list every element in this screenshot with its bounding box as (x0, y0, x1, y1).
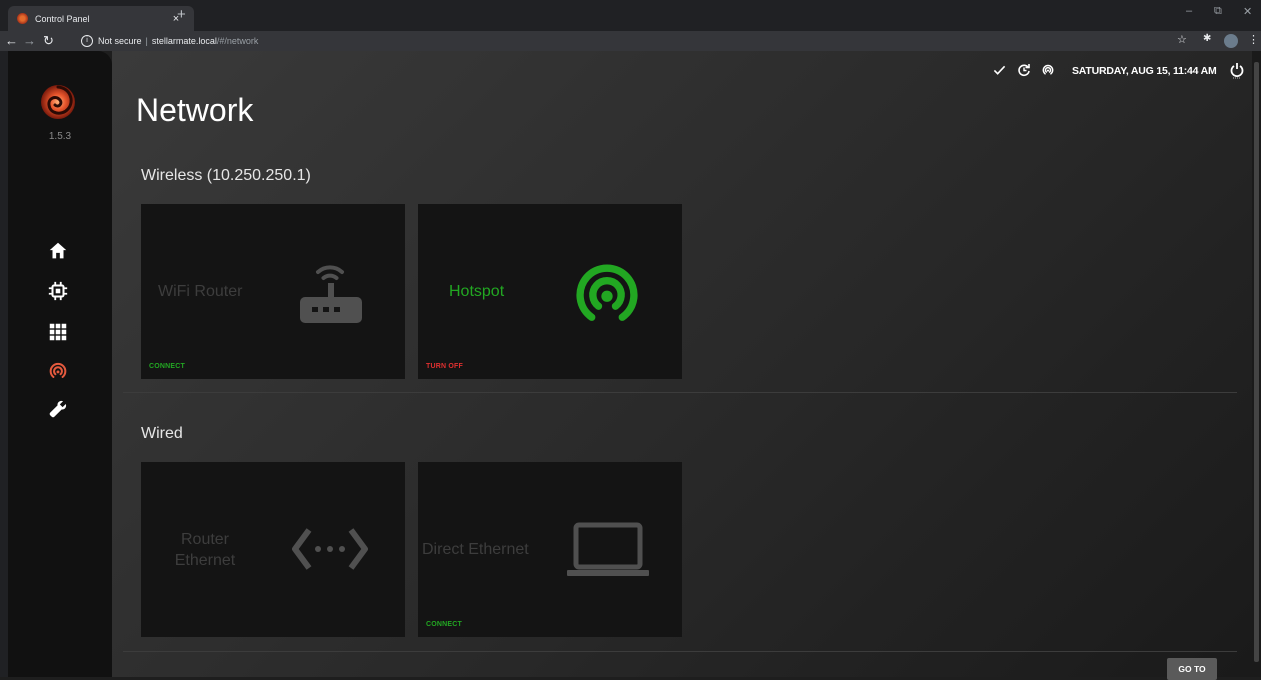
wired-section-label: Wired (141, 425, 183, 442)
minimize-button[interactable]: – (1186, 5, 1192, 17)
card-label: Direct Ethernet (422, 541, 529, 558)
router-icon (300, 265, 362, 323)
security-label: Not secure (98, 36, 142, 46)
scrollbar-thumb[interactable] (1254, 62, 1259, 662)
url-host: stellarmate.local (151, 36, 217, 46)
browser-toolbar: ← → ↻ i Not secure | stellarmate.local /… (0, 31, 1261, 51)
bookmark-star-icon[interactable]: ☆ (1177, 33, 1187, 46)
hotspot-status-icon[interactable] (1041, 63, 1055, 77)
forward-arrow-icon[interactable]: → (23, 32, 36, 50)
laptop-icon (567, 522, 649, 576)
stellarmate-logo-icon (41, 85, 75, 119)
hotspot-icon (576, 264, 638, 321)
wifi-router-card[interactable]: WiFi Router CONNECT (141, 204, 405, 379)
check-icon (993, 65, 1006, 75)
card-label: Router Ethernet (174, 531, 236, 569)
browser-tab[interactable]: Control Panel × (8, 6, 194, 31)
section-divider (123, 651, 1237, 652)
turn-off-button[interactable]: TURN OFF (426, 363, 463, 370)
profile-avatar[interactable] (1224, 34, 1238, 48)
close-window-button[interactable]: ✕ (1243, 5, 1252, 18)
refresh-icon[interactable] (1017, 63, 1031, 77)
home-icon[interactable] (47, 240, 69, 262)
connect-button[interactable]: CONNECT (149, 363, 185, 370)
menu-dots-icon[interactable]: ⋮ (1248, 33, 1259, 46)
window-frame (0, 0, 8, 677)
address-bar[interactable]: i Not secure | stellarmate.local /#/netw… (81, 33, 258, 49)
url-path: /#/network (216, 36, 259, 46)
hotspot-icon[interactable] (47, 360, 69, 382)
stellarmate-favicon-icon (17, 13, 28, 24)
grid-icon[interactable] (47, 321, 69, 343)
new-tab-button[interactable]: + (177, 6, 186, 23)
app-version: 1.5.3 (48, 131, 72, 142)
sidebar: 1.5.3 (8, 51, 112, 677)
card-label: WiFi Router (158, 283, 243, 300)
power-icon[interactable] (1230, 62, 1244, 80)
info-icon[interactable]: i (81, 35, 93, 47)
ethernet-icon (292, 528, 368, 570)
restore-button[interactable]: ⧉ (1214, 5, 1222, 18)
reload-icon[interactable]: ↻ (43, 32, 54, 50)
back-arrow-icon[interactable]: ← (5, 32, 18, 50)
page-title: Network (136, 92, 254, 128)
tab-title: Control Panel (35, 13, 90, 24)
router-ethernet-card[interactable]: Router Ethernet (141, 462, 405, 637)
wrench-icon[interactable] (47, 398, 69, 420)
section-divider (123, 392, 1237, 393)
connect-button[interactable]: CONNECT (426, 621, 462, 628)
datetime-display: SATURDAY, AUG 15, 11:44 AM (1072, 65, 1217, 77)
chip-icon[interactable] (47, 280, 69, 302)
wireless-section-label: Wireless (10.250.250.1) (141, 167, 311, 184)
direct-ethernet-card[interactable]: Direct Ethernet CONNECT (418, 462, 682, 637)
extensions-puzzle-icon[interactable]: ✱ (1203, 33, 1211, 44)
card-label: Hotspot (449, 283, 505, 300)
address-separator: | (145, 36, 148, 46)
hotspot-card[interactable]: Hotspot TURN OFF (418, 204, 682, 379)
